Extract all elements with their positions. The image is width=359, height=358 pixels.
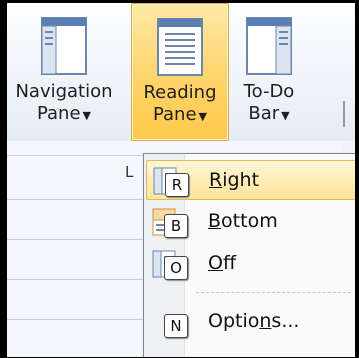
menu-item-bottom[interactable]: B Bottom [146, 202, 355, 242]
label-post: ight [222, 169, 260, 191]
dropdown-arrow-icon: ▼ [82, 109, 92, 122]
reading-pane-label-1: Reading [143, 82, 217, 103]
menu-item-bottom-label: Bottom [208, 210, 278, 232]
reading-pane-button[interactable]: Reading Pane ▼ [131, 3, 229, 141]
menu-item-off[interactable]: O Off [146, 244, 355, 284]
menu-item-right[interactable]: R Right [146, 160, 355, 200]
label-accel: O [208, 252, 223, 274]
outlook-view-ribbon: Navigation Pane ▼ Reading Pane ▼ To-Do B… [7, 3, 355, 357]
todo-bar-label-2: Bar [248, 103, 280, 124]
reading-pane-label-2: Pane [152, 104, 197, 125]
label-post: s... [271, 310, 300, 332]
menu-item-options[interactable]: N Options... [146, 302, 355, 342]
navigation-pane-icon [41, 17, 87, 75]
menu-item-right-label: Right [209, 169, 259, 191]
keytip-o: O [164, 256, 188, 280]
reading-pane-dropdown-menu: R Right B Bottom O Off N Options... [143, 153, 355, 357]
ribbon-layout-group: Navigation Pane ▼ Reading Pane ▼ To-Do B… [7, 3, 355, 141]
navigation-pane-button[interactable]: Navigation Pane ▼ [7, 3, 123, 139]
label-post: ottom [221, 210, 278, 232]
label-post: ff [222, 252, 237, 274]
todo-bar-label-1: To-Do [243, 81, 295, 102]
todo-bar-icon [246, 17, 292, 75]
label-pre: Optio [208, 310, 260, 332]
label-accel: R [209, 169, 223, 191]
reading-pane-icon [157, 18, 203, 76]
menu-item-off-label: Off [208, 252, 236, 274]
keytip-n: N [164, 314, 188, 338]
ribbon-group-caption: L [125, 163, 134, 181]
dropdown-arrow-icon: ▼ [198, 110, 208, 123]
label-accel: B [208, 210, 222, 232]
menu-separator [196, 292, 351, 293]
menu-item-options-label: Options... [208, 310, 299, 332]
navigation-pane-label-2: Pane [36, 103, 81, 124]
label-accel: n [259, 310, 272, 332]
keytip-b: B [164, 214, 188, 238]
keytip-r: R [165, 173, 189, 197]
ribbon-divider [343, 101, 355, 127]
todo-bar-button[interactable]: To-Do Bar ▼ [229, 3, 309, 139]
dropdown-arrow-icon: ▼ [281, 109, 290, 122]
navigation-pane-label-1: Navigation [15, 81, 113, 102]
